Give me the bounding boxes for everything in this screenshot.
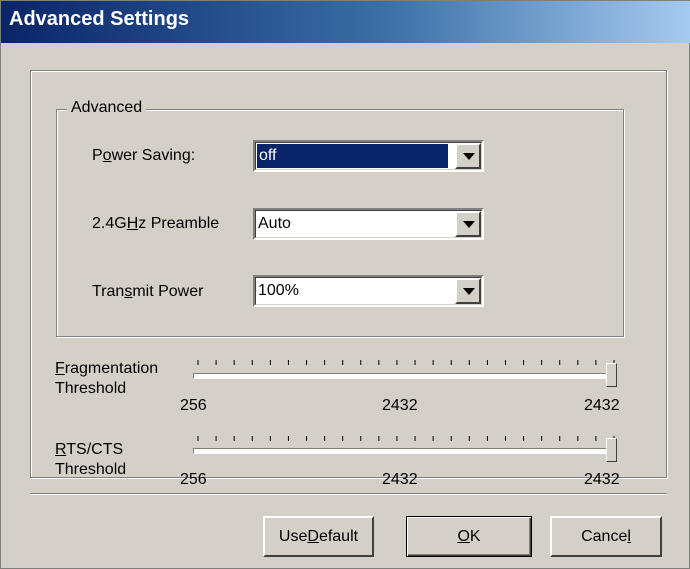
preamble-label: 2.4GHz Preamble [92,215,220,232]
window-title: Advanced Settings [9,8,190,30]
preamble-value: Auto [258,215,291,232]
advanced-group-title: Advanced [67,99,147,117]
transmit-power-value: 100% [258,282,299,299]
transmit-power-dropdown-button[interactable] [455,278,481,304]
power-saving-dropdown-button[interactable] [455,143,481,169]
title-bar[interactable]: Advanced Settings [1,1,690,43]
fragmentation-ticks [197,360,615,365]
fragmentation-value-label: 2432 [382,397,418,414]
rts-label-line2: Threshold [55,461,127,478]
chevron-down-icon [463,221,475,228]
chevron-down-icon [463,288,475,295]
rts-min-label: 256 [180,471,207,488]
advanced-settings-dialog: Advanced Settings Advanced Power Saving:… [0,0,690,569]
chevron-down-icon [463,153,475,160]
fragmentation-max-label: 2432 [584,397,620,414]
fragmentation-slider-track[interactable] [193,373,617,379]
fragmentation-label-line2: Threshold [55,380,127,397]
transmit-power-select[interactable]: 100% [253,275,484,307]
use-default-button[interactable]: Use Default [263,516,374,557]
rts-ticks [197,436,615,441]
rts-value-label: 2432 [382,471,418,488]
fragmentation-label-line1: Fragmentation [55,360,159,377]
cancel-button[interactable]: Cance l [550,516,662,557]
power-saving-select[interactable]: off [253,140,484,172]
power-saving-label: Power Saving: [92,147,196,164]
rts-slider-thumb[interactable] [606,438,617,462]
fragmentation-min-label: 256 [180,397,207,414]
ok-button[interactable]: OK [406,516,532,557]
rts-label-line1: RTS/CTS [55,441,124,458]
rts-max-label: 2432 [584,471,620,488]
rts-slider-track[interactable] [193,448,617,454]
separator [30,493,667,495]
power-saving-value: off [257,144,448,168]
fragmentation-slider-thumb[interactable] [606,363,617,387]
transmit-power-label: Transmit Power [92,283,204,300]
preamble-select[interactable]: Auto [253,208,484,240]
preamble-dropdown-button[interactable] [455,211,481,237]
